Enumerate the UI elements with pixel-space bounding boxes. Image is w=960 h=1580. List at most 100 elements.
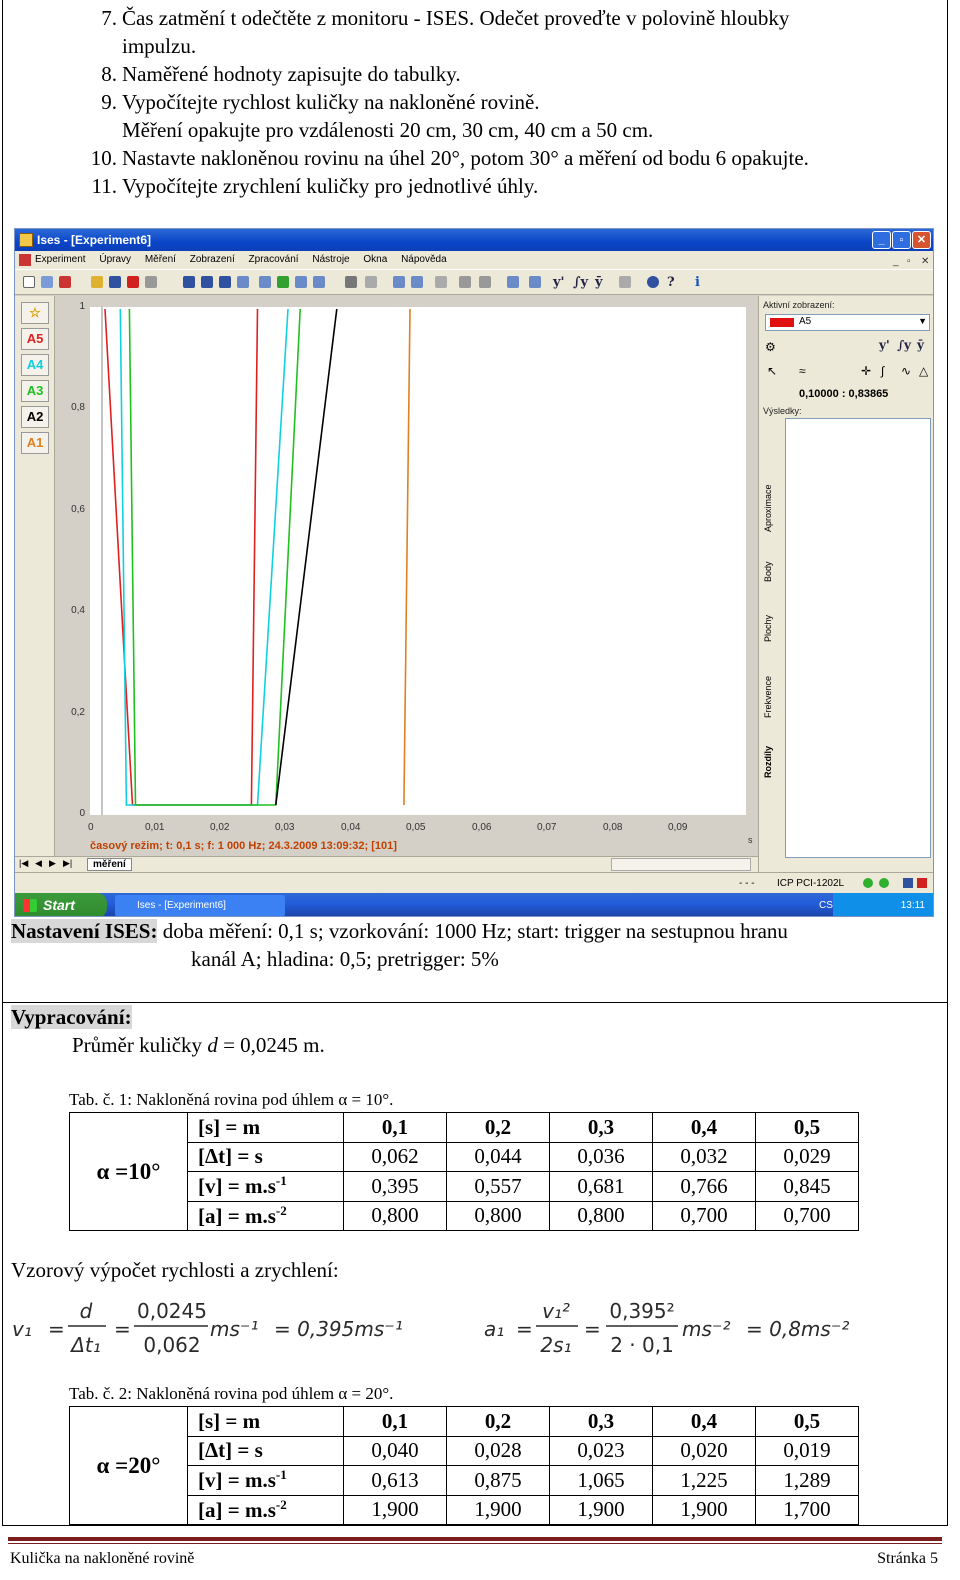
tab-rozdily[interactable]: Rozdíly	[763, 746, 773, 778]
clipboard-icon[interactable]	[619, 276, 631, 288]
table-row: α =20° [s] = m 0,1 0,2 0,3 0,4 0,5	[69, 1406, 859, 1525]
delete-icon[interactable]	[127, 276, 139, 288]
window-icon[interactable]	[237, 276, 249, 288]
taskbar-item-label: Ises - [Experiment6]	[137, 900, 226, 911]
menu-zpracovani[interactable]: Zpracování	[249, 254, 299, 265]
instruction-list: 7. Čas zatmění t odečtěte z monitoru - IS…	[0, 4, 948, 200]
multigraph-icon[interactable]	[313, 276, 325, 288]
reload-icon[interactable]	[59, 276, 71, 288]
close-icon[interactable]: ✕	[912, 231, 931, 249]
integral-button[interactable]: ∫y	[897, 338, 911, 352]
process-icon[interactable]: ⚙	[765, 340, 776, 354]
cursor-icon[interactable]: ↖	[767, 364, 777, 378]
info-icon[interactable]: i	[695, 275, 700, 290]
area-icon[interactable]: ∫	[881, 364, 884, 378]
channel-a4-button[interactable]: A4	[21, 354, 49, 376]
ises-screenshot: Ises - [Experiment6] _ ▫ ✕ Experiment Úp…	[14, 228, 934, 917]
fit-icon[interactable]: ≈	[799, 364, 806, 378]
horizontal-scrollbar[interactable]	[611, 858, 751, 871]
save-icon[interactable]	[109, 276, 121, 288]
tab-frekvence[interactable]: Frekvence	[763, 676, 773, 718]
active-view-select[interactable]: A5 ▼	[765, 314, 930, 331]
menu-upravy[interactable]: Úpravy	[99, 254, 131, 265]
tool-icon[interactable]	[479, 276, 491, 288]
alpha-cell: α =10°	[69, 1112, 188, 1231]
copy-icon[interactable]	[41, 276, 53, 288]
channel-a1-button[interactable]: A1	[21, 432, 49, 454]
minimize-icon[interactable]: _	[872, 231, 891, 249]
taskbar-item[interactable]: Ises - [Experiment6]	[115, 895, 285, 916]
print-icon[interactable]	[145, 276, 157, 288]
help-icon[interactable]	[647, 276, 659, 288]
table-icon[interactable]	[259, 276, 271, 288]
y-tick-label: 0	[79, 808, 85, 819]
channel-a5-button[interactable]: A5	[21, 328, 49, 350]
menu-zobrazeni[interactable]: Zobrazení	[190, 254, 235, 265]
play-icon[interactable]	[345, 276, 357, 288]
tab-plochy[interactable]: Plochy	[763, 615, 773, 642]
equals-sign: =	[48, 1317, 65, 1341]
derivative-button[interactable]: y'	[879, 338, 890, 352]
new-icon[interactable]	[23, 276, 35, 288]
menu-experiment[interactable]: Experiment	[35, 254, 86, 265]
tab-body[interactable]: Body	[763, 561, 773, 582]
results-area[interactable]	[785, 418, 931, 858]
average-button[interactable]: ȳ	[595, 275, 603, 290]
series-line-a3	[128, 308, 301, 806]
process-icon[interactable]	[529, 276, 541, 288]
language-indicator[interactable]: CS	[819, 893, 833, 916]
undo-icon[interactable]	[183, 276, 195, 288]
menu-napoveda[interactable]: Nápověda	[401, 254, 447, 265]
start-label: Start	[43, 897, 75, 913]
list-item: 11. Vypočítejte zrychlení kuličky pro jed…	[91, 174, 539, 198]
tool-icon[interactable]	[459, 276, 471, 288]
graph-icon[interactable]	[295, 276, 307, 288]
maximize-icon[interactable]: ▫	[892, 231, 911, 249]
average-button[interactable]: ȳ	[917, 338, 924, 352]
document-icon	[19, 254, 31, 266]
diameter-variable: d	[207, 1033, 218, 1057]
processing-heading-wrap: Vypracování:	[11, 1005, 132, 1030]
integral-button[interactable]: ∫y	[573, 275, 588, 290]
nav-prev-icon[interactable]: ◀	[35, 858, 42, 869]
series-line-a1	[403, 308, 411, 806]
nav-first-icon[interactable]: |◀	[19, 858, 28, 869]
table-row: [v] = m.s-1 0,395 0,557 0,681 0,766 0,84…	[70, 1171, 859, 1202]
tab-aproximace[interactable]: Aproximace	[763, 484, 773, 532]
recycle-icon[interactable]	[277, 276, 289, 288]
table-cell: 0,040	[343, 1435, 447, 1466]
formula-lhs: v₁	[12, 1317, 32, 1341]
frequency-icon[interactable]: ∿	[901, 364, 911, 378]
derivative-button[interactable]: y'	[553, 275, 565, 290]
table-cell: 0,800	[446, 1200, 550, 1231]
redo-icon[interactable]	[201, 276, 213, 288]
nav-next-icon[interactable]: ▶	[49, 858, 56, 869]
equals-sign: =	[114, 1317, 131, 1341]
open-icon[interactable]	[91, 276, 103, 288]
star-icon[interactable]: ☆	[21, 302, 49, 324]
menu-nastroje[interactable]: Nástroje	[312, 254, 349, 265]
channel-a2-button[interactable]: A2	[21, 406, 49, 428]
menu-mereni[interactable]: Měření	[145, 254, 176, 265]
y-tick-label: 0,2	[71, 707, 85, 718]
nav-last-icon[interactable]: ▶|	[63, 858, 72, 869]
settings-icon[interactable]	[219, 276, 231, 288]
formula-numerator: d	[80, 1299, 93, 1323]
chevron-down-icon[interactable]: ▼	[918, 316, 927, 326]
start-button[interactable]: Start	[15, 893, 107, 916]
calculator-icon[interactable]	[507, 276, 519, 288]
context-help-icon[interactable]: ?	[667, 275, 675, 290]
quantity-cell: [a] = m.s-2	[187, 1494, 344, 1525]
list-item: Měření opakujte pro vzdálenosti 20 cm, 3…	[122, 118, 654, 142]
menu-okna[interactable]: Okna	[363, 254, 387, 265]
difference-icon[interactable]: △	[919, 364, 928, 378]
tab-mereni[interactable]: měření	[87, 858, 132, 871]
zoom-fit-icon[interactable]	[435, 276, 447, 288]
zoom-out-icon[interactable]	[411, 276, 423, 288]
plot-area[interactable]	[90, 307, 746, 815]
stop-icon[interactable]	[365, 276, 377, 288]
crosshair-icon[interactable]: ✛	[861, 364, 871, 378]
zoom-in-icon[interactable]	[393, 276, 405, 288]
system-tray: 13:11	[833, 893, 933, 916]
channel-a3-button[interactable]: A3	[21, 380, 49, 402]
